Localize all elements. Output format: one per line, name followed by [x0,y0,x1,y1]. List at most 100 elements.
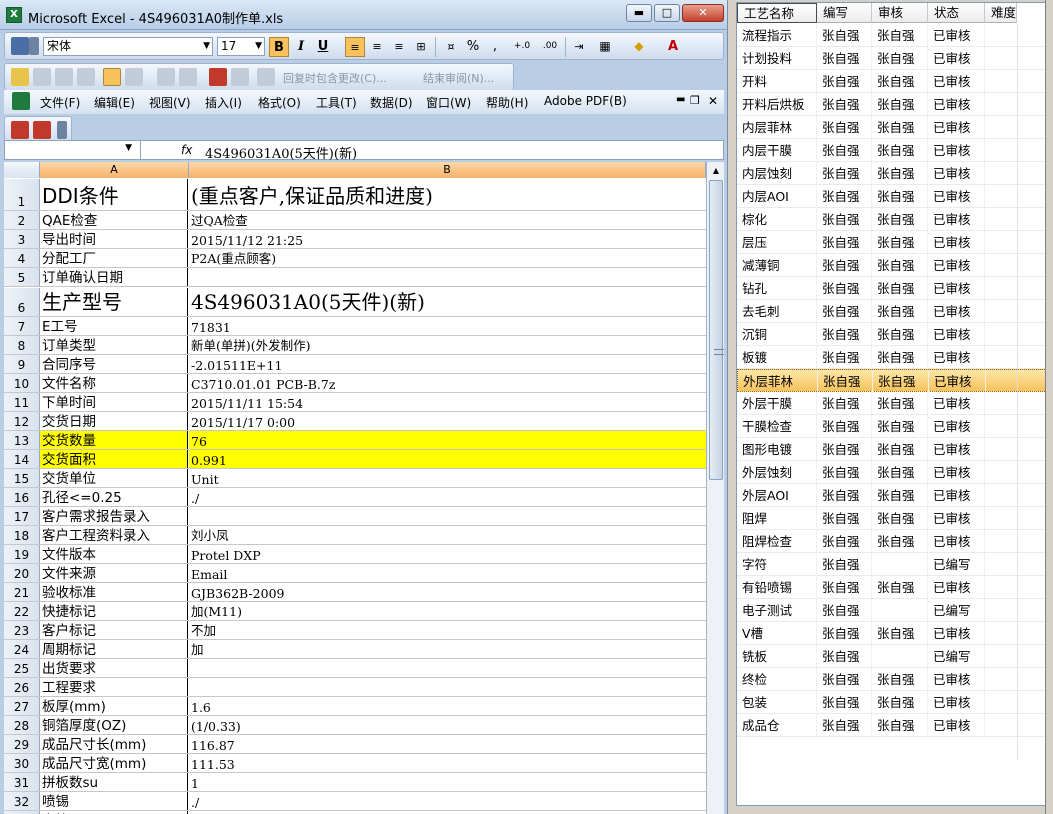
menu-tools[interactable]: 工具(T) [316,94,357,111]
row-number[interactable]: 29 [4,735,40,753]
menu-window[interactable]: 窗口(W) [426,94,471,111]
merge-center-icon[interactable]: ⊞ [411,37,431,57]
process-header-cell[interactable]: 审核 [872,3,928,23]
row-number[interactable]: 3 [4,230,40,248]
italic-button[interactable]: I [291,37,311,57]
fill-color-icon[interactable]: ◆ [629,37,649,57]
cell-b[interactable] [189,507,706,525]
cell-a[interactable]: QAE检查 [40,211,188,229]
row-number[interactable]: 31 [4,773,40,791]
cell-a[interactable]: 交货面积 [40,450,188,468]
increase-decimal-button[interactable]: +.0 [509,37,535,57]
row-number[interactable]: 27 [4,697,40,715]
process-row[interactable]: 内层蚀刻 张自强 张自强 已审核 [737,162,1047,185]
row-number[interactable]: 26 [4,678,40,696]
process-row[interactable]: 沉铜 张自强 张自强 已审核 [737,323,1047,346]
process-row[interactable]: 内层干膜 张自强 张自强 已审核 [737,139,1047,162]
cell-a[interactable]: 交货单位 [40,469,188,487]
align-right-icon[interactable]: ≡ [389,37,409,57]
process-row[interactable]: 图形电镀 张自强 张自强 已审核 [737,438,1047,461]
process-row[interactable]: 阻焊 张自强 张自强 已审核 [737,507,1047,530]
function-icon[interactable]: fx [181,143,192,157]
process-row[interactable]: 钻孔 张自强 张自强 已审核 [737,277,1047,300]
cell-b[interactable]: 2015/11/17 0:00 [189,412,706,430]
row-number[interactable]: 16 [4,488,40,506]
currency-icon[interactable]: ¤ [441,37,461,57]
cell-b[interactable]: 加(M11) [189,602,706,620]
scroll-thumb[interactable] [709,180,724,480]
decrease-decimal-button[interactable]: .00 [537,37,563,57]
process-row[interactable]: V槽 张自强 张自强 已审核 [737,622,1047,645]
cell-b[interactable]: 111.53 [189,754,706,772]
cell-a[interactable]: 喷锡 [40,792,188,810]
row-number[interactable]: 11 [4,393,40,411]
cell-b[interactable]: -2.01511E+11 [189,355,706,373]
indent-icon[interactable]: ⇥ [569,37,589,57]
next-comment-icon[interactable] [179,68,197,86]
font-size-select[interactable]: 17 ▼ [217,37,265,56]
cell-b[interactable] [189,678,706,696]
pdf-email-icon[interactable] [33,121,51,139]
worksheet-grid[interactable]: A B 1 DDI条件 (重点客户,保证品质和进度) 2 QAE检查 过QA检查 3 导出时间… [4,162,706,814]
row-number[interactable]: 8 [4,336,40,354]
cell-a[interactable]: 孔径<=0.25 [40,488,188,506]
row-number[interactable]: 4 [4,249,40,267]
maximize-button[interactable]: □ [654,4,680,22]
menu-insert[interactable]: 插入(I) [205,94,242,111]
cell-b[interactable]: 新单(单拼)(外发制作) [189,336,706,354]
bold-button[interactable]: B [269,37,289,57]
cell-a[interactable]: 拼板数su [40,773,188,791]
doc-minimize-button[interactable]: ▬ [676,94,685,105]
cell-a[interactable]: 快捷标记 [40,602,188,620]
minimize-button[interactable]: ▬ [626,4,652,22]
formula-input[interactable]: 4S496031A0(5天件)(新) [205,143,357,162]
mark-icon[interactable] [209,68,227,86]
cell-b[interactable]: 1 [189,773,706,791]
cell-a[interactable]: 交货数量 [40,431,188,449]
process-row[interactable]: 铣板 张自强 已编写 [737,645,1047,668]
cell-a[interactable]: 交货日期 [40,412,188,430]
cell-b[interactable]: Protel DXP [189,545,706,563]
cell-b[interactable]: 71831 [189,317,706,335]
borders-icon[interactable]: ▦ [595,37,615,57]
row-number[interactable]: 12 [4,412,40,430]
select-all-corner[interactable] [4,162,40,178]
cell-a[interactable]: 客户工程资料录入 [40,526,188,544]
cell-b[interactable]: ./ [189,792,706,810]
row-number[interactable]: 18 [4,526,40,544]
cell-a[interactable]: E工号 [40,317,188,335]
row-number[interactable]: 23 [4,621,40,639]
vertical-scrollbar[interactable]: ▲ [706,162,724,814]
underline-button[interactable]: U [313,37,333,57]
row-number[interactable]: 28 [4,716,40,734]
process-row[interactable]: 层压 张自强 张自强 已审核 [737,231,1047,254]
row-number[interactable]: 20 [4,564,40,582]
doc-close-button[interactable]: ✕ [708,94,718,108]
row-number[interactable]: 1 [4,179,40,210]
cell-b[interactable]: 2015/11/11 15:54 [189,393,706,411]
cell-a[interactable]: DDI条件 [40,179,188,210]
cell-a[interactable]: 出货要求 [40,659,188,677]
menu-edit[interactable]: 编辑(E) [94,94,135,111]
cell-b[interactable]: Unit [189,469,706,487]
process-row[interactable]: 开料后烘板 张自强 张自强 已审核 [737,93,1047,116]
process-row[interactable]: 计划投料 张自强 张自强 已审核 [737,47,1047,70]
row-number[interactable]: 7 [4,317,40,335]
cell-a[interactable]: 下单时间 [40,393,188,411]
process-row[interactable]: 去毛刺 张自强 张自强 已审核 [737,300,1047,323]
row-number[interactable]: 21 [4,583,40,601]
row-number[interactable]: 22 [4,602,40,620]
cell-b[interactable]: 加 [189,640,706,658]
cell-a[interactable]: 验收标准 [40,583,188,601]
process-row[interactable]: 有铅喷锡 张自强 张自强 已审核 [737,576,1047,599]
cell-b[interactable]: 1.6 [189,697,706,715]
process-row[interactable]: 电子测试 张自强 已编写 [737,599,1047,622]
row-number[interactable]: 5 [4,268,40,286]
process-row[interactable]: 内层AOI 张自强 张自强 已审核 [737,185,1047,208]
row-number[interactable]: 6 [4,288,40,316]
edit-comment-icon[interactable] [55,68,73,86]
end-review-button[interactable]: 结束审阅(N)... [423,70,494,86]
cell-b[interactable]: 116.87 [189,735,706,753]
row-number[interactable]: 10 [4,374,40,392]
align-left-icon[interactable]: ≡ [345,37,365,57]
